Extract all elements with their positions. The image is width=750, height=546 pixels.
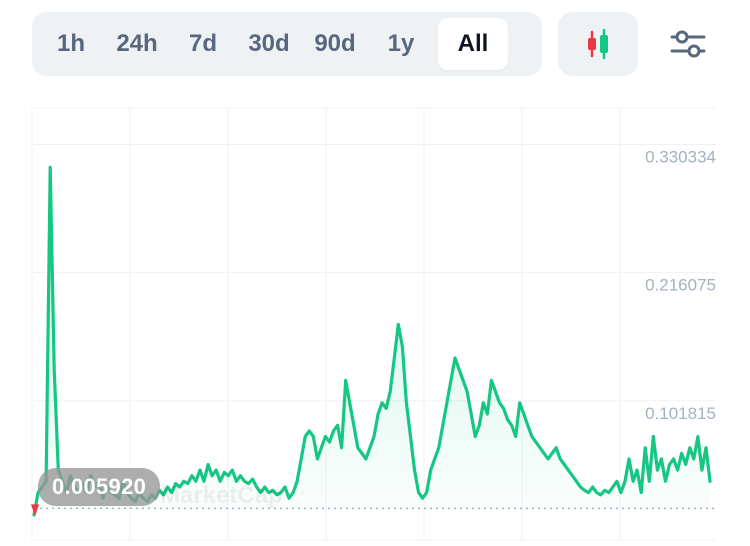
- price-chart: 0.330334 0.216075 0.101815: [31, 107, 716, 541]
- price-chart-widget: 0.330334 0.216075 0.101815 1h 24h 7d 30d 9…: [0, 0, 750, 546]
- range-24h-button[interactable]: 24h: [104, 18, 170, 70]
- y-tick-label: 0.101815: [645, 404, 716, 423]
- current-price-label: 0.005920: [38, 468, 161, 506]
- range-7d-button[interactable]: 7d: [170, 18, 236, 70]
- y-tick-label: 0.216075: [645, 276, 716, 295]
- range-1y-button[interactable]: 1y: [368, 18, 434, 70]
- chart-settings-button[interactable]: [656, 12, 720, 76]
- range-1h-button[interactable]: 1h: [38, 18, 104, 70]
- range-30d-button[interactable]: 30d: [236, 18, 302, 70]
- series-area: [34, 167, 710, 516]
- candlestick-icon: [588, 28, 608, 60]
- range-90d-button[interactable]: 90d: [302, 18, 368, 70]
- time-range-selector: 1h 24h 7d 30d 90d 1y All: [32, 12, 542, 76]
- y-tick-label: 0.330334: [645, 147, 716, 166]
- range-all-button[interactable]: All: [438, 18, 508, 70]
- sliders-icon: [670, 30, 706, 58]
- candlestick-toggle-button[interactable]: [558, 12, 638, 76]
